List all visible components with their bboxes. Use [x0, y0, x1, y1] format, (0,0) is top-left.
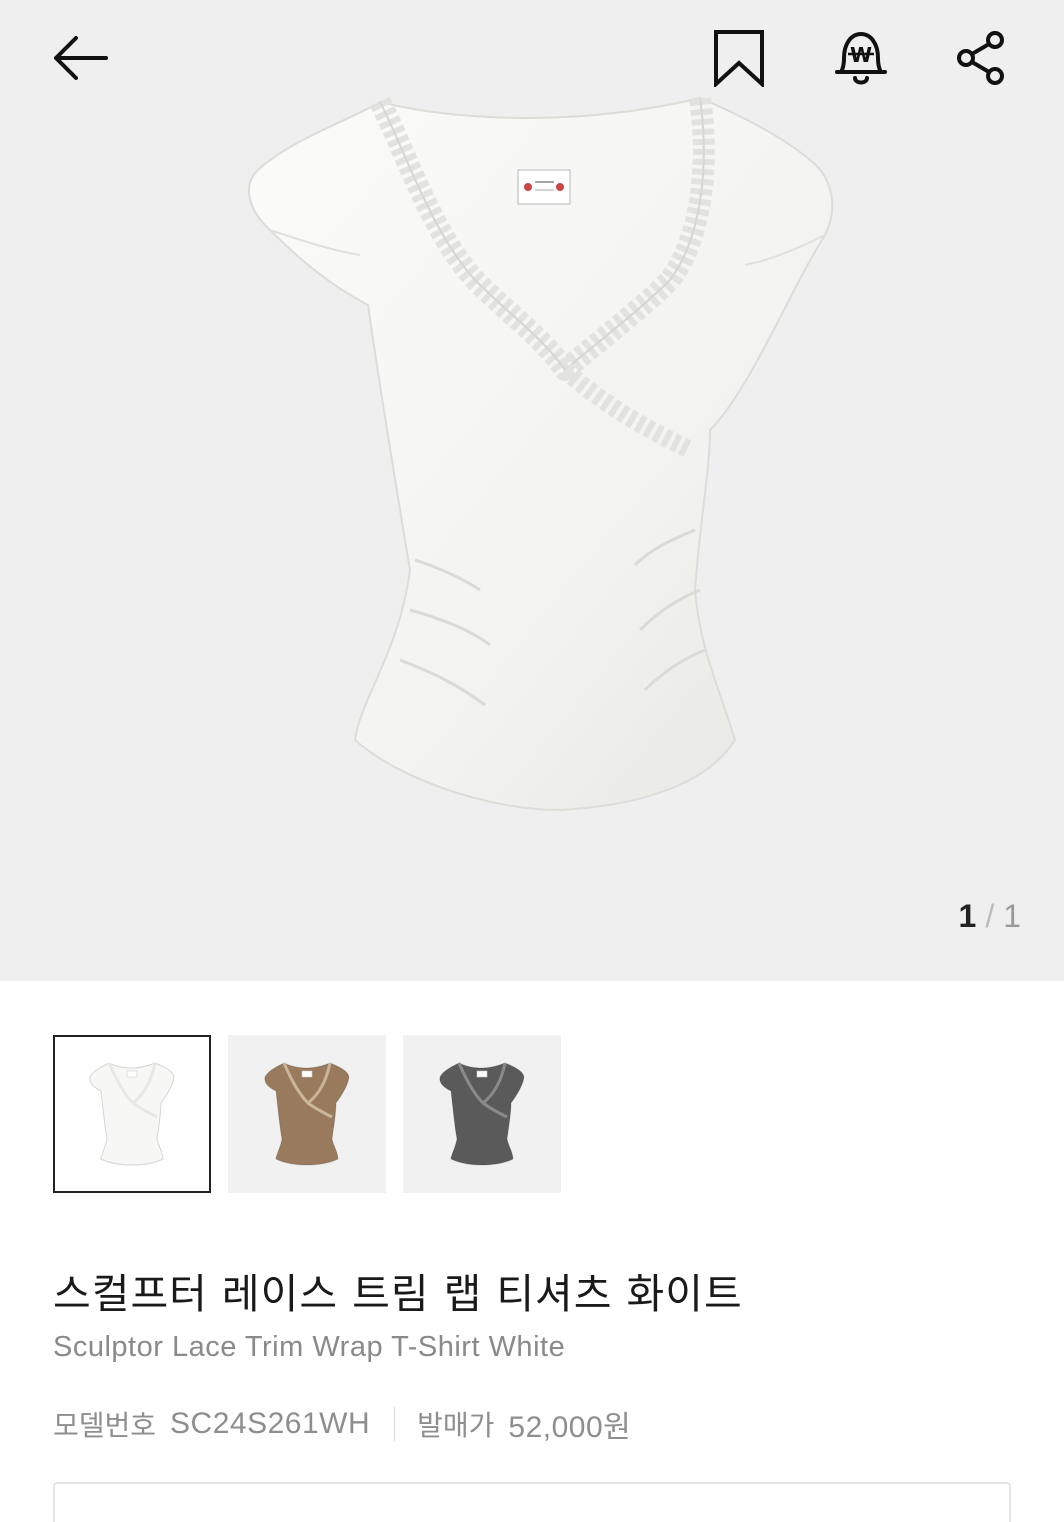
color-thumbnails — [53, 1035, 561, 1193]
share-icon — [957, 31, 1004, 85]
thumbnail-brown-image — [264, 1062, 350, 1166]
thumbnail-white[interactable] — [53, 1035, 211, 1193]
pager-total: 1 — [1003, 898, 1022, 934]
meta-divider — [394, 1407, 396, 1441]
release-price-label: 발매가 — [417, 1409, 495, 1442]
size-select-box[interactable] — [53, 1482, 1011, 1522]
pager-current: 1 — [958, 898, 978, 934]
product-title-korean: 스컬프터 레이스 트림 랩 티셔츠 화이트 — [53, 1270, 743, 1318]
product-meta: 모델번호 SC24S261WH 발매가 52,000원 — [53, 1402, 631, 1446]
model-number-value: SC24S261WH — [170, 1407, 371, 1440]
back-button[interactable] — [40, 18, 120, 98]
bookmark-button[interactable] — [699, 18, 779, 98]
pager-separator: / — [985, 898, 996, 934]
price-alert-button[interactable]: W — [821, 18, 901, 98]
model-number-label: 모델번호 — [53, 1409, 157, 1442]
thumbnail-white-image — [89, 1062, 175, 1166]
thumbnail-charcoal[interactable] — [403, 1035, 561, 1193]
thumbnail-charcoal-image — [439, 1062, 525, 1166]
won-bell-icon: W — [835, 32, 887, 85]
image-pager: 1/1 — [959, 898, 1022, 935]
product-main-image — [230, 90, 850, 830]
share-button[interactable] — [941, 18, 1021, 98]
product-image-gallery[interactable]: W 1 / 1 — [0, 0, 1064, 981]
arrow-left-icon — [54, 36, 108, 80]
bookmark-icon — [714, 30, 764, 87]
thumbnail-brown[interactable] — [228, 1035, 386, 1193]
release-price-value: 52,000원 — [508, 1411, 632, 1444]
product-title-english: Sculptor Lace Trim Wrap T-Shirt White — [53, 1331, 566, 1363]
